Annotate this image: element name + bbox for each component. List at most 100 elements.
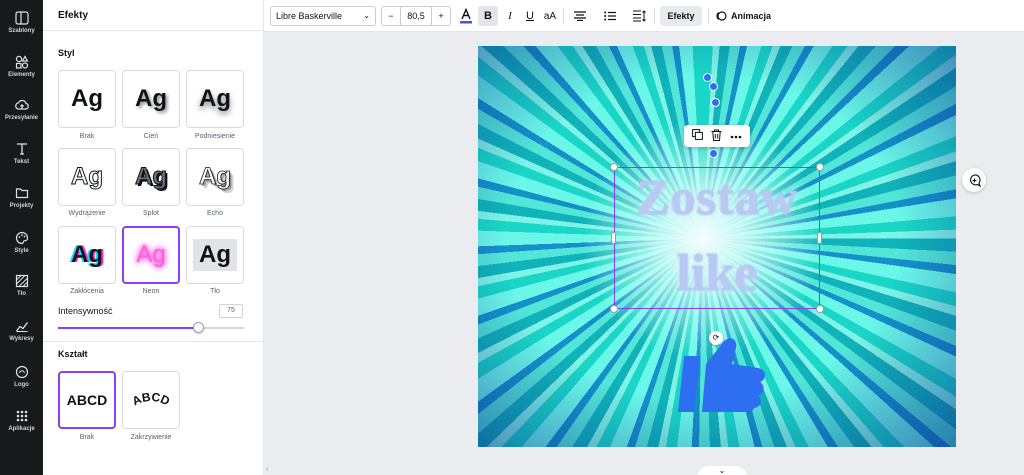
upload-icon (14, 99, 29, 110)
animation-icon (716, 11, 727, 21)
intensity-slider-fill (58, 327, 198, 329)
curved-text-sample: ABCD (130, 390, 172, 409)
resize-handle-right[interactable] (817, 232, 822, 244)
divider (563, 8, 564, 24)
style-sample: Ag (136, 241, 166, 268)
bold-icon: B (484, 10, 492, 22)
background-icon (15, 274, 28, 287)
style-caption: Podniesienie (194, 133, 236, 140)
rail-item-tekst[interactable]: Tekst (0, 133, 43, 173)
increase-size-button[interactable]: + (432, 7, 450, 25)
shape-section-title: Kształt (58, 349, 88, 359)
rail-label: Logo (14, 381, 29, 388)
bold-button[interactable]: B (478, 6, 498, 26)
resize-handle-bottom-left[interactable] (610, 305, 618, 313)
style-caption: Splot (143, 210, 159, 217)
underline-button[interactable]: U (520, 6, 540, 26)
rail-label: Przesyłanie (4, 114, 39, 121)
style-tile-brak[interactable]: Ag (58, 70, 116, 128)
chevron-down-icon: ⌄ (718, 466, 726, 475)
rail-item-przesylanie[interactable]: Przesyłanie (0, 89, 43, 129)
left-rail: Szablony Elementy Przesyłanie Tekst Proj… (0, 0, 43, 475)
like-bubble (709, 82, 718, 91)
effects-button[interactable]: Efekty (660, 6, 702, 26)
rail-item-aplikacje[interactable]: Aplikacje (0, 400, 43, 440)
style-tile-wydrazenie[interactable]: Ag (58, 148, 116, 206)
resize-handle-top-right[interactable] (816, 163, 824, 171)
rail-label: Szablony (8, 27, 35, 34)
style-tile-cien[interactable]: Ag (122, 70, 180, 128)
rail-label: Tło (17, 290, 26, 297)
trash-icon (711, 129, 722, 141)
logo-icon (15, 365, 28, 378)
rail-item-tlo[interactable]: Tło (0, 265, 43, 305)
style-tile-podniesienie[interactable]: Ag (186, 70, 244, 128)
style-sample: Ag (193, 239, 237, 271)
style-sample: Ag (71, 85, 103, 112)
style-caption: Cień (143, 133, 159, 140)
style-caption: Brak (79, 133, 95, 140)
style-sample: Ag (135, 85, 167, 112)
thumbs-up-graphic[interactable] (676, 334, 768, 416)
rail-item-szablony[interactable]: Szablony (0, 2, 43, 42)
resize-handle-top-left[interactable] (610, 163, 618, 171)
animate-button[interactable]: Animacja (715, 6, 771, 26)
duplicate-button[interactable] (692, 129, 703, 143)
style-tile-echo[interactable]: Ag (186, 148, 244, 206)
style-sample: Ag (199, 85, 231, 112)
rail-item-projekty[interactable]: Projekty (0, 177, 43, 217)
collapse-pages-button[interactable]: ⌄ (697, 466, 747, 475)
spacing-button[interactable] (630, 6, 650, 26)
duplicate-icon (692, 129, 703, 140)
more-icon (730, 135, 742, 138)
like-bubble (703, 73, 712, 82)
resize-handle-bottom-right[interactable] (816, 305, 824, 313)
case-button[interactable]: aA (540, 6, 560, 26)
add-comment-button[interactable] (962, 168, 986, 192)
style-caption: Echo (207, 210, 223, 217)
delete-button[interactable] (711, 129, 722, 144)
letter-case-icon: aA (543, 10, 557, 22)
chevron-down-icon: ⌄ (363, 11, 370, 20)
rail-label: Tekst (13, 158, 30, 165)
align-button[interactable] (570, 6, 590, 26)
style-tile-neon[interactable]: Ag (122, 226, 180, 284)
text-color-button[interactable] (456, 6, 476, 26)
rail-label: Style (14, 247, 29, 254)
like-bubble (711, 98, 720, 107)
list-button[interactable] (600, 6, 620, 26)
thumbs-up-hand (702, 338, 765, 412)
animate-label: Animacja (731, 11, 772, 21)
rail-item-style[interactable]: Style (0, 222, 43, 262)
style-sample: Ag (71, 241, 103, 268)
italic-button[interactable]: I (500, 6, 520, 26)
resize-handle-left[interactable] (611, 232, 616, 244)
rail-label: Elementy (8, 71, 35, 78)
font-size-input[interactable]: 80,5 (400, 7, 432, 25)
line-spacing-icon (633, 10, 646, 22)
rail-item-logo[interactable]: Logo (0, 356, 43, 396)
scroll-left-icon[interactable]: ‹ (266, 466, 268, 473)
text-color-icon (460, 8, 472, 24)
rail-item-elementy[interactable]: Elementy (0, 46, 43, 86)
divider (43, 30, 264, 31)
style-tile-splot[interactable]: Ag (122, 148, 180, 206)
decrease-size-button[interactable]: − (382, 7, 400, 25)
rail-item-wykresy[interactable]: Wykresy (0, 310, 43, 350)
text-icon (16, 142, 27, 155)
intensity-slider-handle[interactable] (192, 322, 204, 333)
divider (654, 8, 655, 24)
style-tile-zaklocenia[interactable]: Ag (58, 226, 116, 284)
style-tile-tlo[interactable]: Ag (186, 226, 244, 284)
more-options-button[interactable] (730, 131, 742, 142)
shape-tile-brak[interactable]: ABCD (58, 371, 116, 429)
style-sample: Ag (71, 163, 104, 191)
shape-tile-zakrzywienie[interactable]: ABCD (122, 371, 180, 429)
palette-icon (15, 231, 28, 244)
divider (708, 8, 709, 24)
shape-caption: Zakrzywienie (130, 434, 172, 441)
font-family-dropdown[interactable]: Libre Baskerville ⌄ (270, 6, 376, 26)
rail-label: Projekty (9, 202, 34, 209)
intensity-input[interactable]: 75 (219, 304, 243, 318)
style-sample: Ag (135, 163, 168, 191)
